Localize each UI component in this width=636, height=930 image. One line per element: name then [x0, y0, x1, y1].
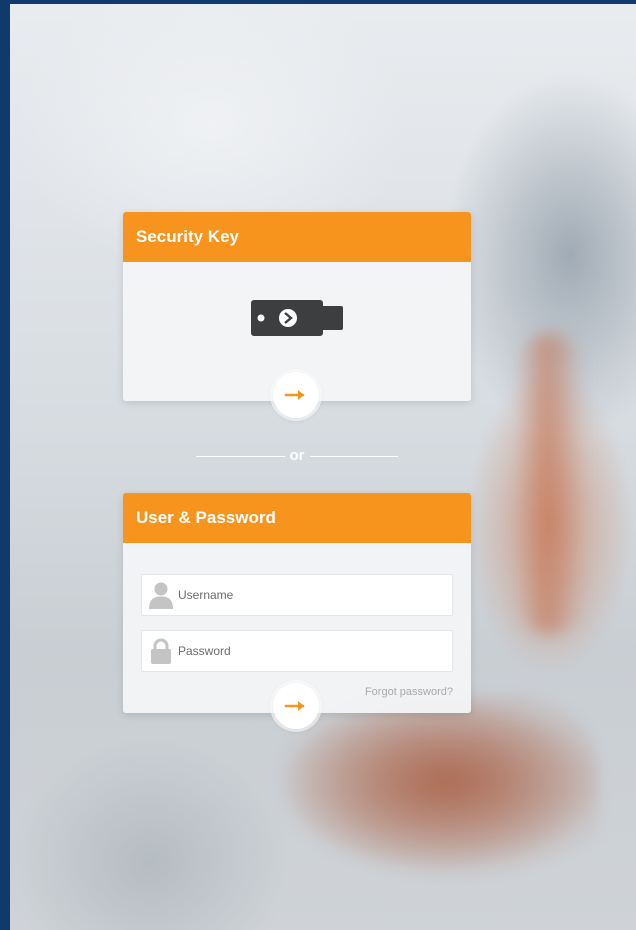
password-field[interactable]: [141, 630, 453, 672]
divider-line-left: [196, 455, 285, 457]
security-key-submit-button[interactable]: [273, 372, 319, 418]
divider-line-right: [309, 455, 398, 457]
usb-security-key-icon: [251, 300, 343, 336]
user-password-title: User & Password: [123, 493, 471, 543]
background-finger: [515, 334, 585, 634]
arrow-right-icon: [284, 701, 305, 711]
lock-icon: [148, 636, 174, 666]
divider-text: or: [289, 447, 305, 464]
user-icon: [148, 580, 174, 610]
username-input[interactable]: [178, 588, 438, 602]
arrow-right-icon: [284, 390, 305, 400]
window-frame-top: [0, 0, 636, 4]
or-divider: or: [196, 445, 398, 467]
security-key-card: Security Key: [123, 212, 471, 418]
security-key-title: Security Key: [123, 212, 471, 262]
user-password-card: User & Password Forgot password?: [123, 493, 471, 729]
username-field[interactable]: [141, 574, 453, 616]
password-input[interactable]: [178, 644, 438, 658]
background-image: [10, 4, 636, 930]
window-frame-left: [0, 0, 10, 930]
login-submit-button[interactable]: [273, 683, 319, 729]
forgot-password-link[interactable]: Forgot password?: [365, 686, 453, 698]
background-hand: [270, 694, 600, 884]
